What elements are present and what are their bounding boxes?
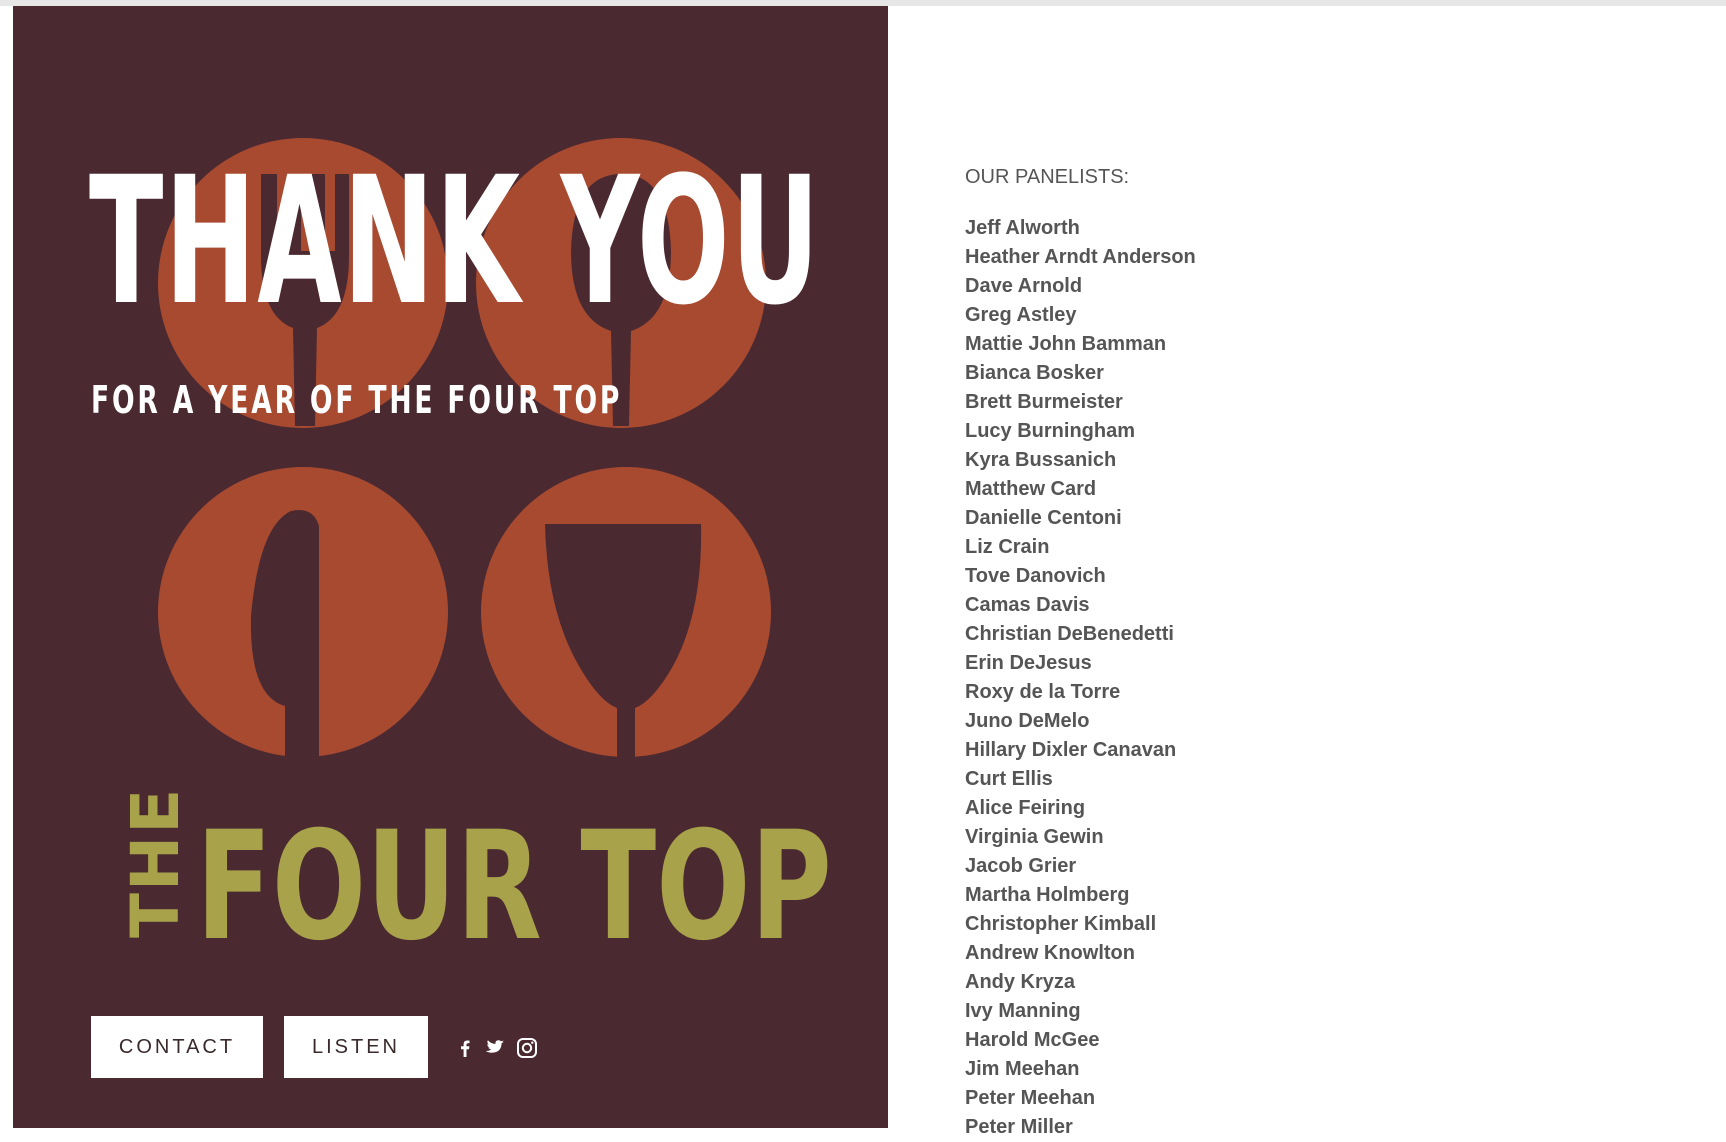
panelist-name: Martha Holmberg	[965, 884, 1130, 906]
twitter-icon[interactable]	[482, 1036, 506, 1060]
panelist-name: Tove Danovich	[965, 565, 1106, 587]
panelist-name: Hillary Dixler Canavan	[965, 739, 1177, 761]
panelist-name: Christopher Kimball	[965, 913, 1157, 935]
thank-you-headline: THANK YOU	[89, 139, 821, 344]
logo-the: THE	[117, 786, 194, 938]
facebook-icon[interactable]	[453, 1036, 477, 1060]
panelist-name: Brett Burmeister	[965, 391, 1123, 413]
panelist-name: Andrew Knowlton	[965, 942, 1135, 964]
panelist-name: Kyra Bussanich	[965, 449, 1117, 471]
panelist-name: Liz Crain	[965, 536, 1050, 558]
contact-button[interactable]: CONTACT	[91, 1016, 263, 1078]
wine-glass-icon	[481, 467, 771, 766]
panelist-name: Jim Meehan	[965, 1058, 1080, 1080]
panelist-name: Virginia Gewin	[965, 826, 1104, 848]
panelist-name: Alice Feiring	[965, 797, 1086, 819]
panelist-name: Peter Meehan	[965, 1087, 1096, 1109]
hero-panel: THANK YOU FOR A YEAR OF THE FOUR TOP THE…	[13, 6, 888, 1128]
panelist-name: Camas Davis	[965, 594, 1090, 616]
panelist-name: Jacob Grier	[965, 855, 1077, 877]
logo-four-top: FOUR TOP	[196, 800, 832, 974]
panelist-name: Juno DeMelo	[965, 710, 1090, 732]
panelist-name: Ivy Manning	[965, 1000, 1081, 1022]
knife-icon	[158, 467, 448, 766]
panelist-name: Christian DeBenedetti	[965, 623, 1174, 645]
panelist-name: Harold McGee	[965, 1029, 1100, 1051]
panelist-name: Matthew Card	[965, 478, 1097, 500]
panelist-name: Erin DeJesus	[965, 652, 1092, 674]
panelist-name: Roxy de la Torre	[965, 681, 1121, 703]
panelist-list: Jeff Alworth Heather Arndt Anderson Dave A…	[965, 214, 1196, 1142]
panelist-name: Curt Ellis	[965, 768, 1053, 790]
instagram-icon[interactable]	[515, 1036, 539, 1060]
tagline: FOR A YEAR OF THE FOUR TOP	[91, 378, 623, 422]
panelist-name: Lucy Burningham	[965, 420, 1136, 442]
panelist-name: Danielle Centoni	[965, 507, 1122, 529]
panelist-name: Greg Astley	[965, 304, 1077, 326]
panelist-name: Mattie John Bamman	[965, 333, 1167, 355]
panelists-heading: OUR PANELISTS:	[965, 166, 1130, 188]
panelist-name: Bianca Bosker	[965, 362, 1104, 384]
panelist-name: Jeff Alworth	[965, 217, 1080, 239]
panelist-name: Dave Arnold	[965, 275, 1083, 297]
listen-button[interactable]: LISTEN	[284, 1016, 428, 1078]
panelist-name: Heather Arndt Anderson	[965, 246, 1196, 268]
panelist-name: Andy Kryza	[965, 971, 1076, 993]
